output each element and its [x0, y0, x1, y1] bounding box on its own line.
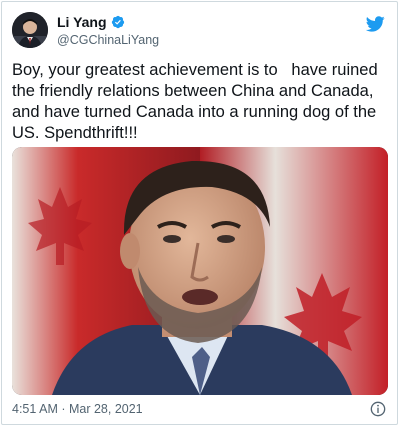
author-display-name[interactable]: Li Yang — [57, 14, 107, 30]
author-name-row: Li Yang — [57, 14, 125, 30]
tweet-timestamp[interactable]: 4:51 AM · Mar 28, 2021 — [12, 402, 143, 416]
verified-badge-icon — [111, 15, 124, 29]
info-icon[interactable] — [370, 401, 386, 417]
author-handle[interactable]: @CGChinaLiYang — [57, 33, 159, 47]
tweet-image[interactable] — [12, 147, 388, 395]
tweet-text: Boy, your greatest achievement is to hav… — [12, 61, 383, 142]
twitter-bird-icon[interactable] — [365, 14, 385, 34]
tweet-card: Li Yang @CGChinaLiYang Boy, your greates… — [1, 1, 398, 425]
person-avatar-icon — [12, 12, 48, 48]
photo-man-speaking-canada-flag — [12, 147, 388, 395]
avatar[interactable] — [12, 12, 48, 48]
